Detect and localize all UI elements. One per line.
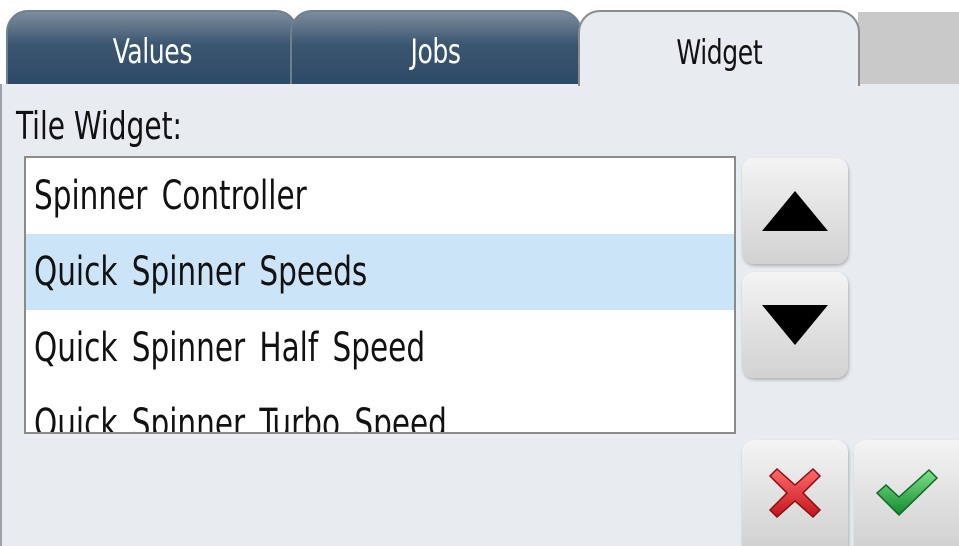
list-item-label: Quick Spinner Speeds [34,249,368,295]
list-item-label: Quick Spinner Turbo Speed [34,401,447,434]
ok-button[interactable] [854,440,959,546]
list-item-quick-spinner-half-speed[interactable]: Quick Spinner Half Speed [26,310,734,386]
tab-values[interactable]: Values [6,10,298,84]
list-item-spinner-controller[interactable]: Spinner Controller [26,158,734,234]
tile-widget-heading: Tile Widget: [16,104,183,148]
tab-widget[interactable]: Widget [578,10,860,86]
tab-widget-label: Widget [676,33,762,73]
list-item-label: Quick Spinner Half Speed [34,325,426,371]
triangle-up-icon [762,191,828,231]
tab-jobs-label: Jobs [410,32,462,72]
tab-bar-filler [858,12,959,84]
list-item-quick-spinner-speeds[interactable]: Quick Spinner Speeds [26,234,734,310]
check-icon [875,468,938,517]
tab-jobs[interactable]: Jobs [290,10,582,84]
tab-values-label: Values [112,32,192,72]
cancel-button[interactable] [742,440,848,546]
scroll-down-button[interactable] [742,272,848,378]
triangle-down-icon [762,305,828,345]
widget-list[interactable]: Spinner Controller Quick Spinner Speeds … [24,156,736,434]
x-icon [768,467,822,519]
list-item-quick-spinner-turbo-speed[interactable]: Quick Spinner Turbo Speed [26,386,734,434]
tab-bar: Values Jobs Widget [0,0,959,86]
scroll-up-button[interactable] [742,158,848,264]
list-item-label: Spinner Controller [34,173,307,219]
